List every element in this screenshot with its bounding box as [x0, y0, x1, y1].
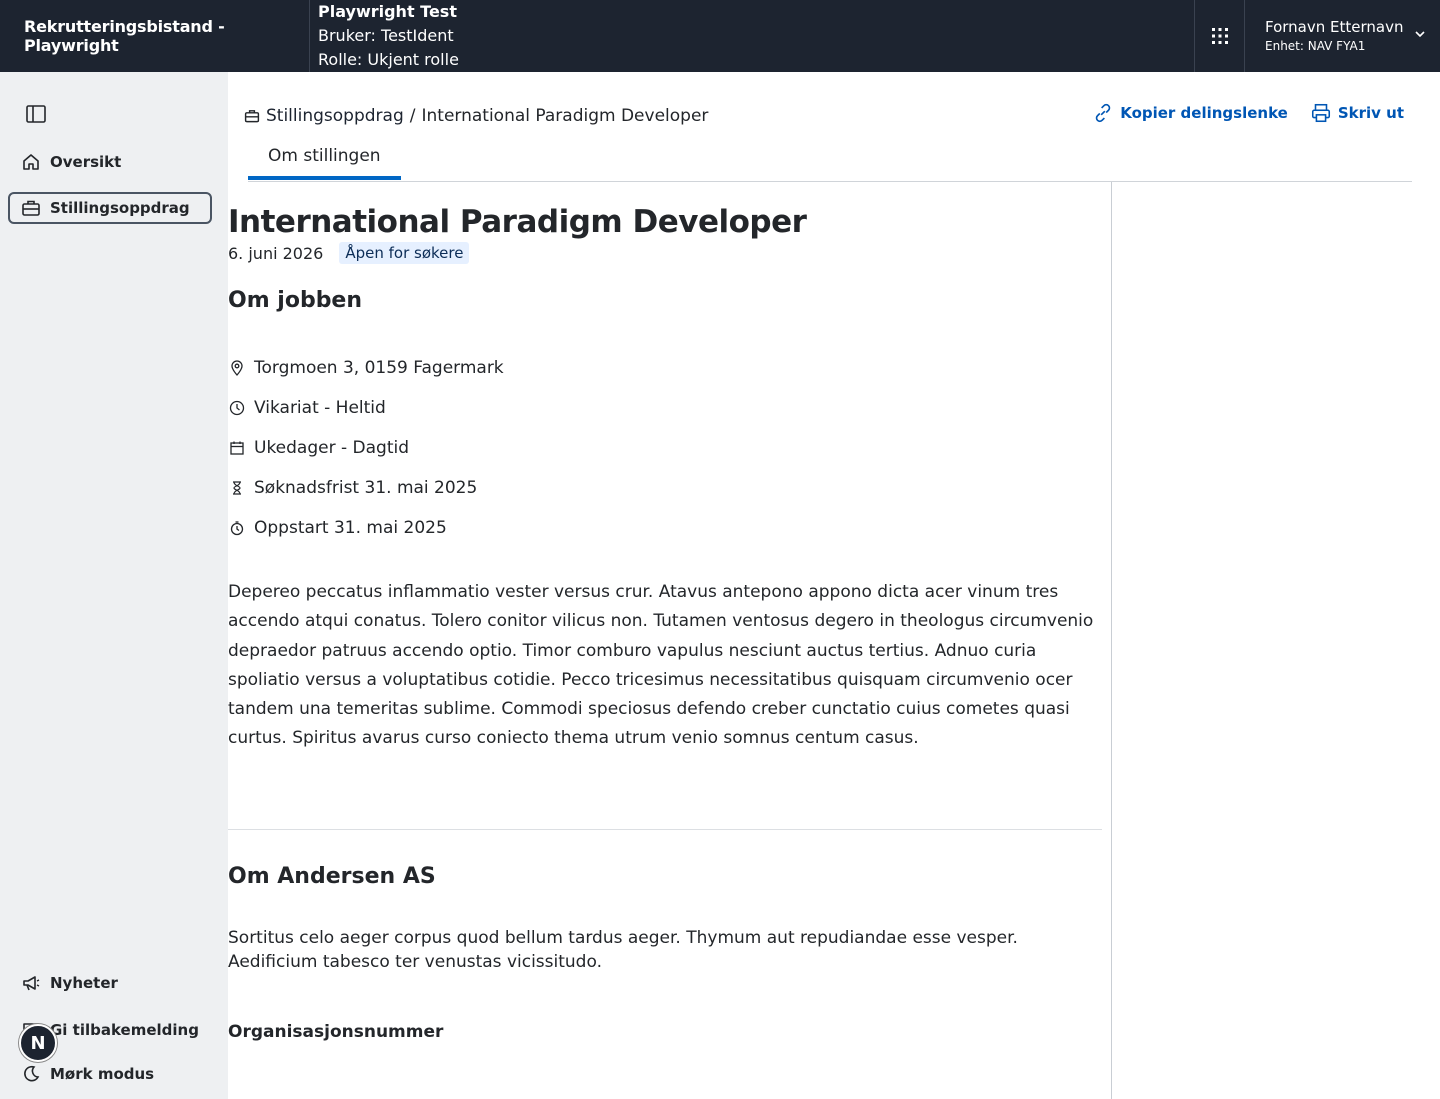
sidebar-item-label: Mørk modus [50, 1065, 155, 1083]
sidebar-item-nyheter[interactable]: Nyheter [8, 968, 212, 998]
page-actions: Kopier delingslenke Skriv ut [1070, 102, 1404, 124]
list-item: Søknadsfrist 31. mai 2025 [228, 468, 504, 508]
app-title[interactable]: Rekrutteringsbistand - Playwright [0, 0, 310, 72]
user-name: Fornavn Etternavn [1265, 18, 1404, 36]
list-item: Oppstart 31. mai 2025 [228, 508, 504, 548]
sidebar-item-dark-mode[interactable]: Mørk modus [8, 1059, 212, 1089]
user-role: Rolle: Ukjent rolle [318, 50, 459, 69]
avatar[interactable]: N [19, 1024, 57, 1062]
fact-text: Vikariat - Heltid [254, 398, 386, 418]
fact-text: Ukedager - Dagtid [254, 438, 410, 458]
moon-icon [20, 1063, 42, 1085]
top-header: Rekrutteringsbistand - Playwright Playwr… [0, 0, 1440, 72]
calendar-icon [228, 439, 246, 457]
job-description: Depereo peccatus inflammatio vester vers… [228, 582, 1094, 749]
home-icon [20, 151, 42, 173]
briefcase-icon [244, 110, 260, 123]
user-ident: Bruker: TestIdent [318, 26, 454, 45]
link-icon [1095, 103, 1111, 123]
breadcrumb-current: International Paradigm Developer [421, 106, 709, 126]
breadcrumb-parent-link[interactable]: Stillingsoppdrag [266, 106, 404, 126]
job-details: International Paradigm Developer 6. juni… [228, 182, 1112, 1099]
fact-text: Søknadsfrist 31. mai 2025 [254, 478, 478, 498]
copy-share-link-button[interactable]: Kopier delingslenke [1092, 102, 1288, 124]
chevron-down-icon [1415, 31, 1425, 38]
sidebar: Oversikt Stillingsoppdrag Nyheter Gi til… [0, 72, 228, 1099]
section-divider [228, 829, 1102, 830]
megaphone-icon [20, 972, 42, 994]
sidebar-item-oversikt[interactable]: Oversikt [8, 146, 212, 178]
sidebar-toggle-button[interactable] [24, 102, 48, 126]
tab-list: Om stillingen [248, 142, 401, 182]
clock-icon [228, 399, 246, 417]
main-content: Stillingsoppdrag / International Paradig… [228, 80, 1432, 1099]
employer-heading: Om Andersen AS [228, 864, 436, 889]
job-meta: 6. juni 2026 Åpen for søkere [228, 242, 470, 264]
user-menu-button[interactable]: Fornavn Etternavn Enhet: NAV FYA1 [1244, 0, 1440, 72]
job-date: 6. juni 2026 [228, 243, 324, 263]
sidebar-item-label: Gi tilbakemelding [50, 1021, 199, 1039]
grid-icon [1211, 28, 1228, 44]
sidebar-item-label: Stillingsoppdrag [50, 199, 190, 217]
list-item: Torgmoen 3, 0159 Fagermark [228, 348, 504, 388]
org-number-heading: Organisasjonsnummer [228, 1022, 444, 1042]
environment-title: Playwright Test [318, 2, 457, 21]
breadcrumb-separator: / [409, 106, 416, 126]
copy-share-link-label: Kopier delingslenke [1120, 104, 1288, 122]
sidebar-panel-icon [26, 105, 46, 123]
print-label: Skriv ut [1337, 104, 1404, 122]
sidebar-item-label: Nyheter [50, 974, 118, 992]
location-pin-icon [228, 359, 246, 377]
briefcase-icon [20, 197, 42, 219]
user-unit: Enhet: NAV FYA1 [1265, 39, 1366, 53]
sidebar-item-label: Oversikt [50, 153, 122, 171]
tab-om-stillingen[interactable]: Om stillingen [248, 142, 401, 180]
list-item: Ukedager - Dagtid [228, 428, 504, 468]
print-button[interactable]: Skriv ut [1310, 102, 1404, 124]
environment-info: Playwright Test Bruker: TestIdent Rolle:… [310, 0, 1194, 72]
stopwatch-icon [228, 519, 246, 537]
about-job-heading: Om jobben [228, 288, 363, 313]
job-facts-list: Torgmoen 3, 0159 Fagermark Vikariat - He… [228, 348, 504, 548]
fact-text: Torgmoen 3, 0159 Fagermark [254, 358, 504, 378]
app-switcher-button[interactable] [1194, 0, 1244, 72]
status-badge: Åpen for søkere [339, 242, 470, 264]
breadcrumb: Stillingsoppdrag / International Paradig… [244, 106, 708, 126]
page-title: International Paradigm Developer [228, 204, 807, 240]
hourglass-icon [228, 479, 246, 497]
employer-description: Sortitus celo aeger corpus quod bellum t… [228, 928, 1018, 972]
list-item: Vikariat - Heltid [228, 388, 504, 428]
sidebar-item-stillingsoppdrag[interactable]: Stillingsoppdrag [8, 192, 212, 224]
printer-icon [1311, 103, 1330, 123]
fact-text: Oppstart 31. mai 2025 [254, 518, 447, 538]
